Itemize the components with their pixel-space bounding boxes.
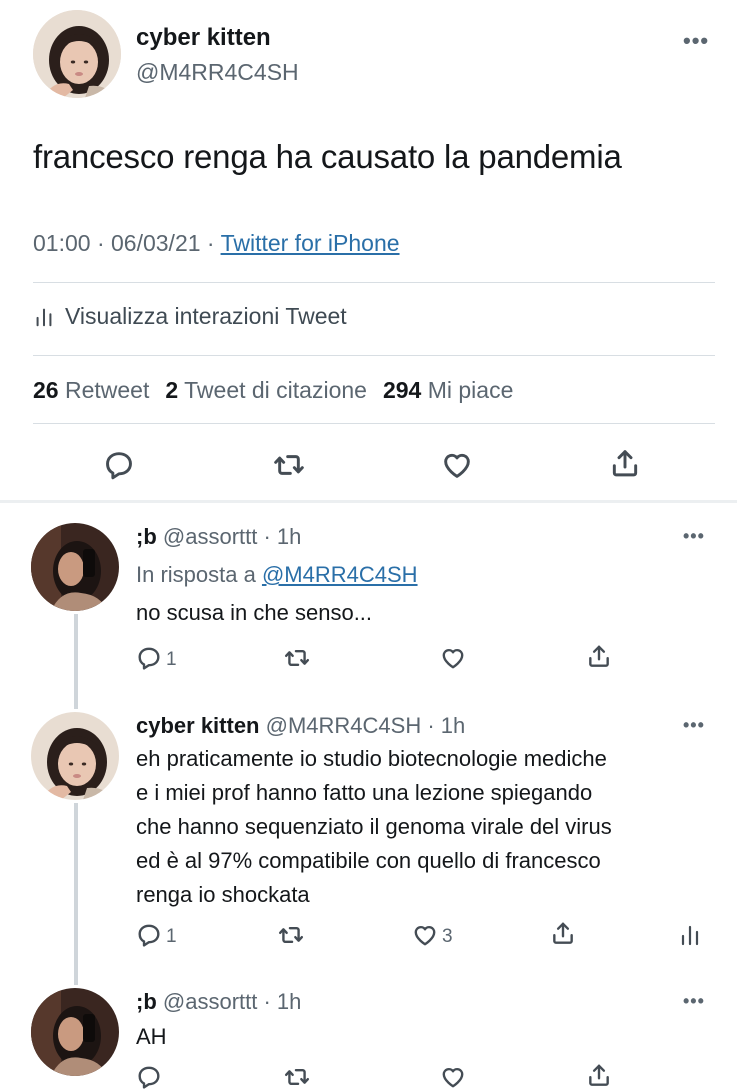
like-icon[interactable] bbox=[412, 922, 438, 948]
reply-to-line: In risposta a @M4RR4C4SH bbox=[136, 562, 418, 588]
reply-to-handle-link[interactable]: @M4RR4C4SH bbox=[262, 562, 418, 587]
reply-text-line: eh praticamente io studio biotecnologie … bbox=[136, 746, 607, 771]
reply-text-line: e i miei prof hanno fatto una lezione sp… bbox=[136, 780, 593, 805]
reply-icon[interactable] bbox=[136, 922, 162, 948]
avatar-image bbox=[31, 712, 119, 800]
reply-author-handle[interactable]: @assorttt bbox=[163, 524, 257, 549]
reply-to-prefix: In risposta a bbox=[136, 562, 262, 587]
tweet-source-link[interactable]: Twitter for iPhone bbox=[221, 230, 400, 256]
share-icon[interactable] bbox=[586, 1062, 612, 1088]
reply-icon[interactable] bbox=[103, 449, 135, 481]
like-icon[interactable] bbox=[440, 1064, 466, 1090]
reply-text: eh praticamente io studio biotecnologie … bbox=[136, 742, 612, 912]
avatar[interactable] bbox=[31, 988, 119, 1076]
reply-text-line: renga io shockata bbox=[136, 882, 310, 907]
retweet-icon[interactable] bbox=[284, 645, 310, 671]
reply-icon[interactable] bbox=[136, 645, 162, 671]
divider bbox=[33, 282, 715, 283]
retweet-icon[interactable] bbox=[273, 449, 305, 481]
avatar[interactable] bbox=[31, 712, 119, 800]
more-icon[interactable]: ••• bbox=[683, 992, 705, 1010]
reply-text-line: che hanno sequenziato il genoma virale d… bbox=[136, 814, 612, 839]
divider bbox=[33, 355, 715, 356]
avatar[interactable] bbox=[33, 10, 121, 98]
reply-text-line: ed è al 97% compatibile con quello di fr… bbox=[136, 848, 601, 873]
retweet-icon[interactable] bbox=[278, 922, 304, 948]
share-icon[interactable] bbox=[550, 920, 576, 946]
reply-time: · 1h bbox=[263, 524, 302, 549]
likes-label: Mi piace bbox=[427, 377, 514, 403]
reply-icon[interactable] bbox=[136, 1064, 162, 1090]
reply-text: AH bbox=[136, 1024, 167, 1049]
reply-time: · 1h bbox=[263, 989, 302, 1014]
view-interactions-button[interactable]: Visualizza interazioni Tweet bbox=[33, 303, 347, 330]
more-icon[interactable]: ••• bbox=[683, 716, 705, 734]
section-divider bbox=[0, 500, 737, 503]
thread-connector bbox=[74, 614, 78, 709]
reply-header: cyber kitten @M4RR4C4SH · 1h bbox=[136, 713, 465, 739]
retweets-count: 26 bbox=[33, 377, 59, 403]
avatar-image bbox=[31, 988, 119, 1076]
share-icon[interactable] bbox=[586, 643, 612, 669]
tweet-text: francesco renga ha causato la pandemia bbox=[33, 138, 622, 175]
reply-author-handle[interactable]: @assorttt bbox=[163, 989, 257, 1014]
likes-count: 294 bbox=[382, 377, 422, 403]
share-icon[interactable] bbox=[609, 447, 641, 479]
divider bbox=[33, 423, 715, 424]
reply-text: no scusa in che senso... bbox=[136, 600, 373, 625]
analytics-icon bbox=[33, 305, 55, 329]
author-name[interactable]: cyber kitten bbox=[136, 24, 271, 52]
likes-stat[interactable]: 294 Mi piace bbox=[383, 377, 513, 403]
reply-count: 1 bbox=[166, 649, 177, 670]
quotes-label: Tweet di citazione bbox=[184, 377, 367, 403]
reply-author-handle[interactable]: @M4RR4C4SH bbox=[266, 713, 422, 738]
retweet-icon[interactable] bbox=[284, 1064, 310, 1090]
tweet-stats: 26 Retweet 2 Tweet di citazione 294 Mi pia… bbox=[33, 377, 513, 404]
reply-header: ;b @assorttt · 1h bbox=[136, 989, 301, 1015]
reply-count: 1 bbox=[166, 926, 177, 947]
reply-author-name[interactable]: ;b bbox=[136, 989, 157, 1014]
main-tweet: cyber kitten @M4RR4C4SH ••• francesco re… bbox=[0, 0, 737, 500]
retweets-label: Retweet bbox=[64, 377, 150, 403]
more-icon[interactable]: ••• bbox=[683, 527, 705, 545]
reply-author-name[interactable]: cyber kitten bbox=[136, 713, 260, 738]
avatar-image bbox=[33, 10, 121, 98]
thread-connector bbox=[74, 803, 78, 985]
analytics-icon[interactable] bbox=[678, 922, 702, 948]
retweets-stat[interactable]: 26 Retweet bbox=[33, 377, 149, 403]
like-count: 3 bbox=[442, 926, 453, 947]
view-interactions-label: Visualizza interazioni Tweet bbox=[65, 303, 347, 329]
reply-author-name[interactable]: ;b bbox=[136, 524, 157, 549]
reply-time: · 1h bbox=[427, 713, 466, 738]
more-icon[interactable]: ••• bbox=[683, 30, 709, 52]
tweet-thread-page: cyber kitten @M4RR4C4SH ••• francesco re… bbox=[0, 0, 737, 1080]
reply-header: ;b @assorttt · 1h bbox=[136, 524, 301, 550]
like-icon[interactable] bbox=[441, 449, 473, 481]
quotes-stat[interactable]: 2 Tweet di citazione bbox=[165, 377, 367, 403]
avatar[interactable] bbox=[31, 523, 119, 611]
avatar-image bbox=[31, 523, 119, 611]
author-handle[interactable]: @M4RR4C4SH bbox=[136, 59, 299, 86]
like-icon[interactable] bbox=[440, 645, 466, 671]
tweet-timestamp: 01:00 · 06/03/21 · bbox=[33, 230, 221, 256]
quotes-count: 2 bbox=[165, 377, 179, 403]
tweet-meta: 01:00 · 06/03/21 · Twitter for iPhone bbox=[33, 230, 400, 257]
